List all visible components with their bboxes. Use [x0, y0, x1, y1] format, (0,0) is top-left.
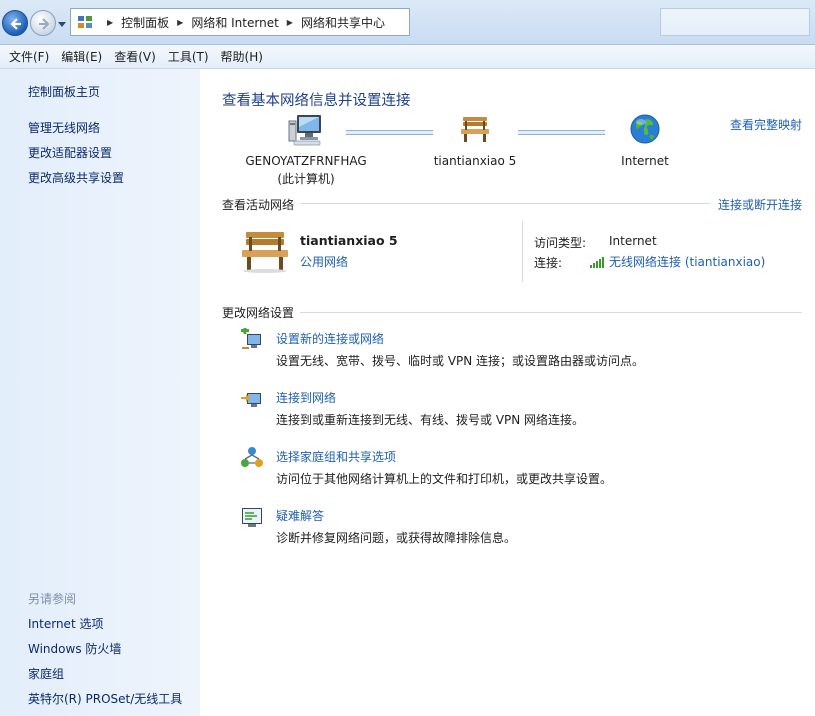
network-bench-icon[interactable]	[240, 227, 290, 273]
homegroup-sharing-link[interactable]: 选择家庭组和共享选项	[276, 448, 396, 465]
computer-subtitle: (此计算机)	[277, 172, 335, 186]
task-pane: 控制面板主页 管理无线网络 更改适配器设置 更改高级共享设置 另请参阅 Inte…	[0, 69, 200, 716]
connections-label: 连接:	[534, 256, 563, 270]
connect-network-icon	[241, 393, 261, 407]
setup-new-connection-desc: 设置无线、宽带、拨号、临时或 VPN 连接；或设置路由器或访问点。	[276, 354, 645, 368]
section-divider	[300, 203, 710, 204]
address-bar: ▶ 控制面板 ▶ 网络和 Internet ▶ 网络和共享中心	[0, 0, 815, 45]
change-settings-heading: 更改网络设置	[222, 306, 295, 320]
wireless-connection-link[interactable]: 无线网络连接 (tiantianxiao)	[590, 253, 765, 270]
main-content: 查看基本网络信息并设置连接 查看完整映射 GENOYATZFRNFHAG (此计…	[200, 69, 815, 716]
connect-to-network-desc: 连接到或重新连接到无线、有线、拨号或 VPN 网络连接。	[276, 413, 585, 427]
internet-label: Internet	[621, 154, 669, 168]
breadcrumb-control-panel[interactable]: 控制面板	[121, 14, 169, 31]
menu-tools[interactable]: 工具(T)	[162, 48, 215, 65]
breadcrumb-separator[interactable]: ▶	[107, 18, 113, 27]
new-connection-icon	[241, 328, 261, 349]
map-connection-line	[518, 130, 605, 135]
control-panel-home-link[interactable]: 控制面板主页	[28, 83, 100, 100]
connect-disconnect-link[interactable]: 连接或断开连接	[718, 196, 802, 213]
internet-options-link[interactable]: Internet 选项	[28, 615, 103, 632]
network-node[interactable]: tiantianxiao 5	[420, 113, 530, 168]
internet-node[interactable]: Internet	[600, 113, 690, 168]
menu-help[interactable]: 帮助(H)	[215, 48, 269, 65]
connect-to-network-link[interactable]: 连接到网络	[276, 389, 336, 406]
forward-arrow-icon	[39, 18, 50, 30]
globe-icon	[630, 114, 660, 144]
view-full-map-link[interactable]: 查看完整映射	[730, 116, 802, 133]
this-computer-node[interactable]: GENOYATZFRNFHAG (此计算机)	[236, 113, 376, 187]
troubleshoot-desc: 诊断并修复网络问题，或获得故障排除信息。	[276, 531, 517, 545]
menu-file[interactable]: 文件(F)	[3, 48, 55, 65]
active-network-name: tiantianxiao 5	[300, 233, 398, 248]
troubleshoot-icon	[242, 508, 262, 527]
breadcrumb-separator[interactable]: ▶	[287, 18, 293, 27]
manage-wireless-link[interactable]: 管理无线网络	[28, 119, 100, 136]
network-name: tiantianxiao 5	[433, 154, 517, 168]
menu-bar: 文件(F) 编辑(E) 查看(V) 工具(T) 帮助(H)	[0, 45, 815, 69]
control-panel-icon	[78, 16, 92, 28]
access-type-label: 访问类型:	[534, 236, 587, 250]
access-type-value: Internet	[609, 234, 657, 248]
recent-pages-dropdown-icon[interactable]	[58, 20, 66, 28]
breadcrumb[interactable]: ▶ 控制面板 ▶ 网络和 Internet ▶ 网络和共享中心	[70, 8, 410, 36]
advanced-sharing-link[interactable]: 更改高级共享设置	[28, 169, 124, 186]
troubleshoot-link[interactable]: 疑难解答	[276, 507, 324, 524]
menu-edit[interactable]: 编辑(E)	[55, 48, 108, 65]
bench-icon	[461, 117, 489, 142]
change-adapter-link[interactable]: 更改适配器设置	[28, 144, 112, 161]
menu-view[interactable]: 查看(V)	[108, 48, 162, 65]
search-box[interactable]	[660, 8, 810, 36]
back-button[interactable]	[2, 10, 28, 36]
signal-strength-icon	[590, 256, 604, 268]
column-divider	[522, 221, 523, 282]
homegroup-link[interactable]: 家庭组	[28, 665, 64, 682]
network-category-link[interactable]: 公用网络	[300, 253, 348, 270]
forward-button[interactable]	[30, 10, 56, 36]
intel-proset-link[interactable]: 英特尔(R) PROSet/无线工具	[28, 690, 182, 707]
back-arrow-icon	[10, 18, 21, 30]
see-also-heading: 另请参阅	[28, 592, 77, 606]
computer-icon	[288, 115, 321, 146]
breadcrumb-separator[interactable]: ▶	[177, 18, 183, 27]
section-divider	[300, 312, 802, 313]
windows-firewall-link[interactable]: Windows 防火墙	[28, 640, 121, 657]
homegroup-sharing-desc: 访问位于其他网络计算机上的文件和打印机，或更改共享设置。	[276, 472, 613, 486]
active-networks-heading: 查看活动网络	[222, 198, 295, 212]
breadcrumb-network-internet[interactable]: 网络和 Internet	[191, 14, 278, 31]
setup-new-connection-link[interactable]: 设置新的连接或网络	[276, 330, 384, 347]
page-title: 查看基本网络信息并设置连接	[222, 93, 411, 109]
wireless-connection-name[interactable]: 无线网络连接 (tiantianxiao)	[609, 253, 765, 270]
breadcrumb-network-sharing-center[interactable]: 网络和共享中心	[301, 14, 385, 31]
homegroup-icon	[241, 447, 263, 467]
computer-name: GENOYATZFRNFHAG	[245, 154, 367, 168]
